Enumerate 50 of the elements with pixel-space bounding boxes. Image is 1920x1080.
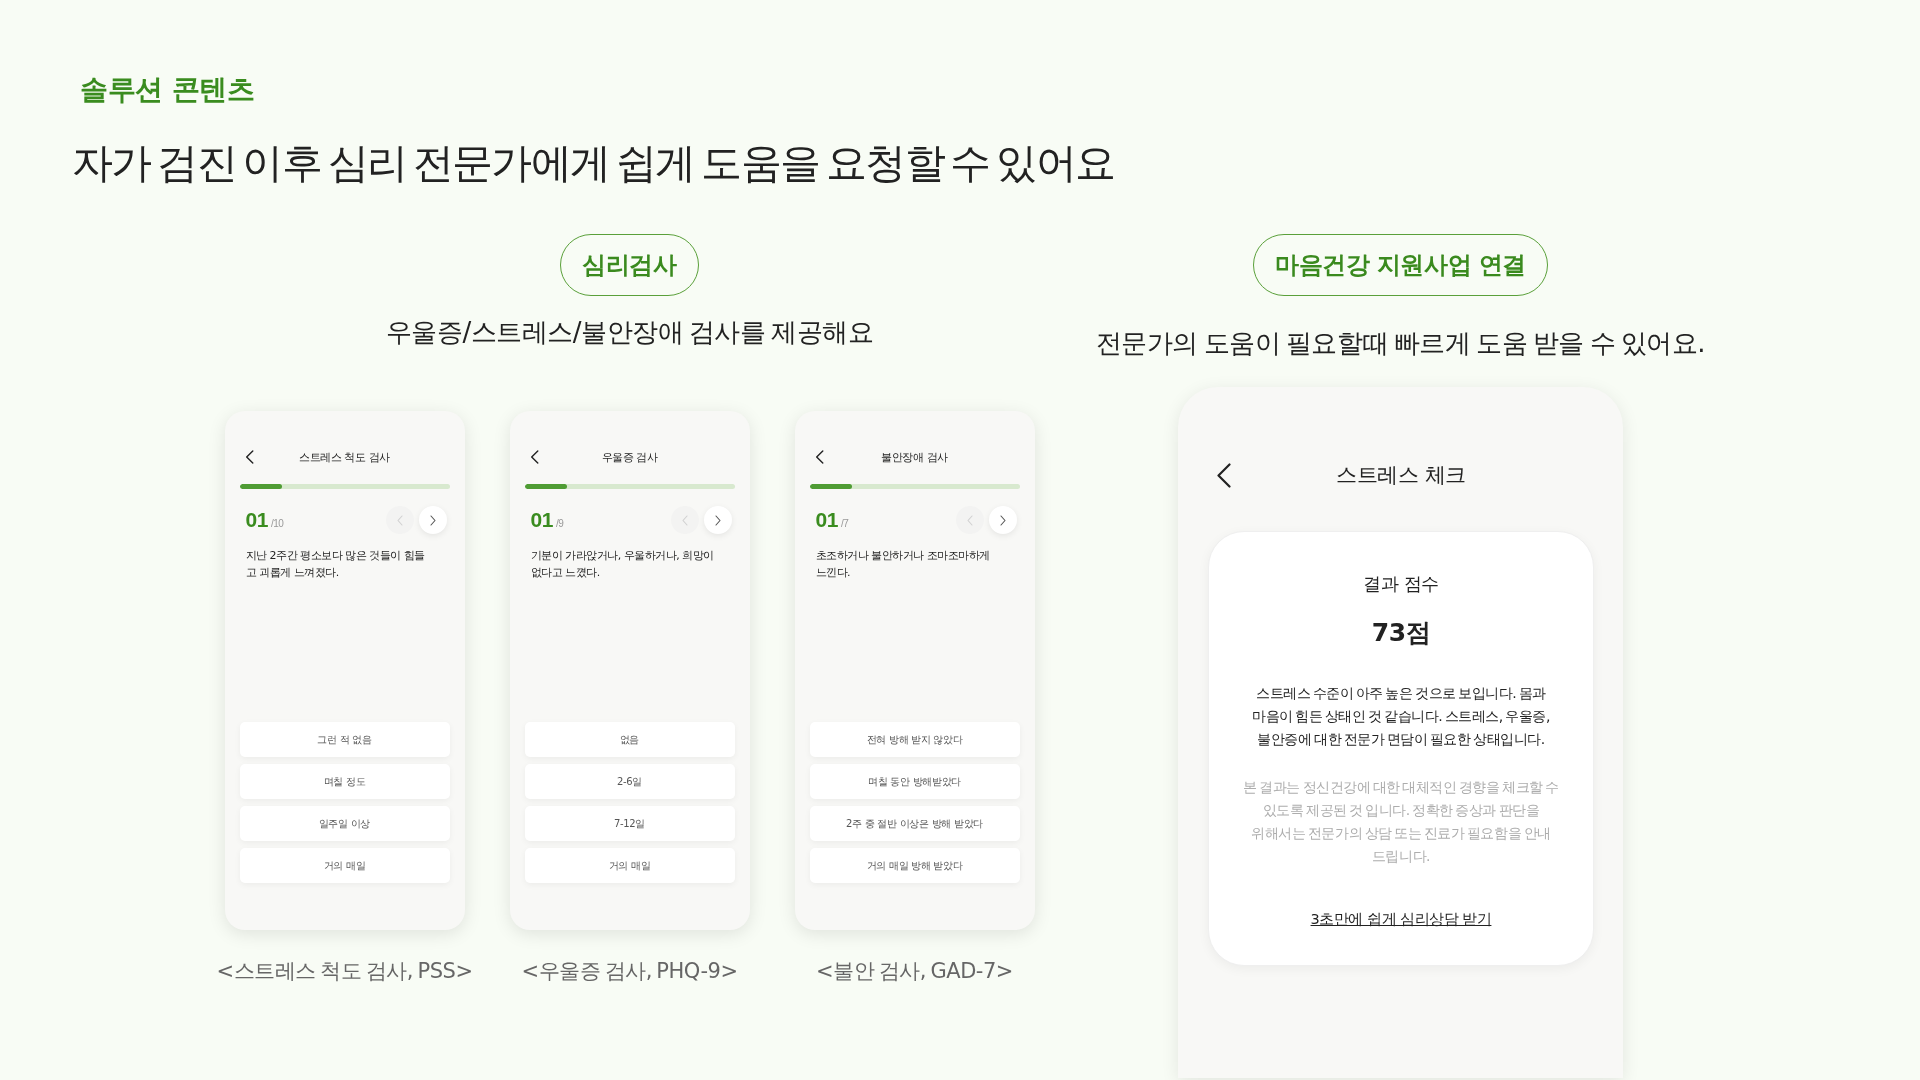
phone-caption: <불안 검사, GAD-7> (816, 958, 1013, 985)
chevron-left-icon (396, 514, 403, 526)
back-icon[interactable] (244, 450, 254, 464)
question-total: /9 (555, 518, 564, 529)
answer-option[interactable]: 7-12일 (524, 806, 735, 841)
next-button[interactable] (988, 506, 1017, 534)
phone-caption: <스트레스 척도 검사, PSS> (216, 958, 473, 985)
section-subtitle: 전문가의 도움이 필요할때 빠르게 도움 받을 수 있어요. (1095, 327, 1706, 360)
question-text: 지난 2주간 평소보다 많은 것들이 힘들고 괴롭게 느껴졌다. (244, 548, 426, 581)
back-icon[interactable] (814, 450, 824, 464)
screen-title: 우울증 검사 (601, 449, 658, 465)
result-score: 73점 (1371, 617, 1431, 649)
page-headline: 자가 검진 이후 심리 전문가에게 쉽게 도움을 요청할 수 있어요 (72, 138, 1115, 189)
answer-option[interactable]: 그런 적 없음 (239, 722, 450, 757)
back-icon[interactable] (529, 450, 539, 464)
section-eyebrow: 솔루션 콘텐츠 (80, 72, 255, 108)
answer-option[interactable]: 일주일 이상 (239, 806, 450, 841)
question-text: 기분이 가라앉거나, 우울하거나, 희망이 없다고 느꼈다. (529, 548, 715, 581)
question-number: 01 (815, 508, 838, 532)
section-subtitle: 우울증/스트레스/불안장애 검사를 제공해요 (385, 316, 874, 349)
question-total: /7 (840, 518, 849, 529)
result-disclaimer: 본 결과는 정신건강에 대한 대체적인 경향을 체크할 수 있도록 제공된 것 입니다. 정확한 증상과 판단을 위해서는 전문가의 상담 또는 진료가 필요함을 안내 드립니다. (1242, 778, 1560, 866)
answer-option[interactable]: 없음 (524, 722, 735, 757)
chevron-left-icon (966, 514, 973, 526)
chevron-right-icon (714, 514, 721, 526)
question-text: 초조하거나 불안하거나 조마조마하게 느낀다. (814, 548, 991, 581)
question-total: /10 (270, 518, 284, 529)
chevron-right-icon (429, 514, 436, 526)
result-message: 스트레스 수준이 아주 높은 것으로 보입니다. 몸과 마음이 힘든 상태인 것 같습니다. 스트레스, 우울증, 불안증에 대한 전문가 면담이 필요한 상태입니다. (1251, 684, 1551, 749)
back-icon[interactable] (1217, 462, 1231, 488)
screen-title: 불안장애 검사 (881, 449, 948, 465)
counseling-link[interactable]: 3초만에 쉽게 심리상담 받기 (1310, 908, 1492, 931)
answer-option[interactable]: 2-6일 (524, 764, 735, 799)
question-number: 01 (245, 508, 268, 532)
chevron-right-icon (999, 514, 1006, 526)
next-button[interactable] (418, 506, 447, 534)
answer-option[interactable]: 전혀 방해 받지 않았다 (809, 722, 1020, 757)
screen-title: 스트레스 척도 검사 (299, 449, 390, 465)
answer-option[interactable]: 며칠 동안 방해받았다 (809, 764, 1020, 799)
phone-caption: <우울증 검사, PHQ-9> (521, 958, 738, 985)
answer-option[interactable]: 거의 매일 방해 받았다 (809, 848, 1020, 883)
answer-option[interactable]: 거의 매일 (239, 848, 450, 883)
screen-title: 스트레스 체크 (1336, 462, 1466, 489)
next-button[interactable] (703, 506, 732, 534)
answer-option[interactable]: 거의 매일 (524, 848, 735, 883)
answer-option[interactable]: 며칠 정도 (239, 764, 450, 799)
chevron-left-icon (681, 514, 688, 526)
question-number: 01 (530, 508, 553, 532)
answer-option[interactable]: 2주 중 절반 이상은 방해 받았다 (809, 806, 1020, 841)
result-label: 결과 점수 (1363, 572, 1439, 596)
